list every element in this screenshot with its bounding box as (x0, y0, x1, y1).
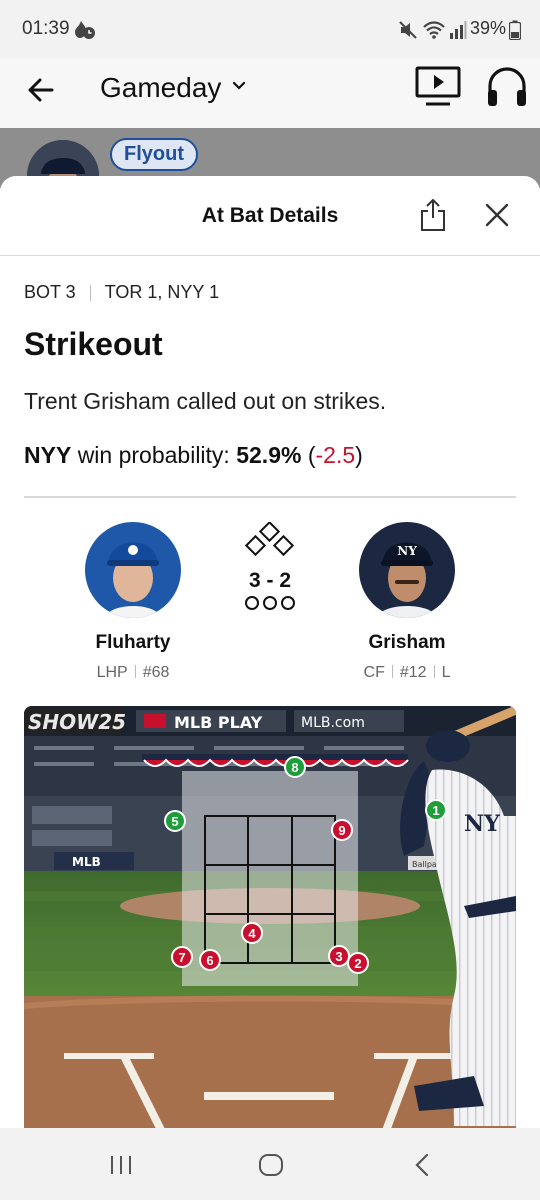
ad-left-text: SHOW25 (28, 710, 126, 734)
pitch-number: 5 (171, 814, 178, 829)
pitch-number: 8 (291, 760, 298, 775)
status-time: 01:39 (22, 18, 70, 39)
pitch-marker[interactable]: 9 (331, 819, 353, 841)
sheet-title: At Bat Details (201, 204, 339, 227)
share-icon[interactable] (420, 198, 446, 232)
pitch-marker[interactable]: 5 (164, 810, 186, 832)
score-label: TOR 1, NYY 1 (104, 282, 220, 302)
recent-apps-icon[interactable] (106, 1150, 136, 1180)
pitcher-headshot (85, 522, 181, 618)
count-indicator: 3 - 2 (232, 520, 308, 618)
divider (24, 496, 516, 498)
game-situation: BOT 3 TOR 1, NYY 1 (24, 282, 219, 303)
video-player-icon[interactable] (414, 64, 462, 110)
battery-percent: 39% (469, 18, 506, 38)
home-icon[interactable] (256, 1150, 286, 1180)
separator (89, 284, 91, 301)
pitch-marker[interactable]: 1 (425, 799, 447, 821)
ad-board-mid: MLB PLAY (136, 710, 286, 732)
app-title[interactable]: Gameday (100, 72, 221, 104)
svg-text:NY: NY (464, 811, 500, 837)
outs-indicator (245, 596, 295, 610)
batter-headshot: NY (359, 522, 455, 618)
batter-card[interactable]: NY Grisham CF #12 L (327, 522, 487, 682)
headphones-icon[interactable] (484, 64, 530, 110)
separator (433, 665, 435, 678)
pitch-number: 1 (432, 803, 439, 818)
batter-position: CF (363, 664, 385, 681)
batter-bats: L (441, 664, 451, 681)
wp-team: NYY (24, 442, 72, 468)
svg-text:NY: NY (397, 544, 417, 558)
pitch-number: 9 (338, 823, 345, 838)
wp-value: 52.9% (236, 442, 302, 468)
pitcher-meta: LHP #68 (53, 664, 213, 682)
pitch-marker[interactable]: 3 (328, 945, 350, 967)
chevron-down-icon[interactable] (231, 78, 247, 94)
svg-text:MLB: MLB (72, 855, 101, 869)
pitcher-card[interactable]: Fluharty LHP #68 (53, 522, 213, 682)
pitcher-position: LHP (96, 664, 128, 681)
ad-right-text: MLB.com (301, 715, 365, 731)
pitch-number: 3 (335, 949, 342, 964)
ad-mid-text: MLB PLAY (174, 713, 263, 732)
pitch-number: 6 (206, 953, 213, 968)
separator (391, 665, 393, 678)
status-bar: 01:39 39% (0, 0, 540, 58)
strike-zone-view: SHOW25 MLB PLAY MLB.com MLB Ballpark NY … (24, 706, 516, 1136)
strike-zone-panel: SHOW25 MLB PLAY MLB.com MLB Ballpark NY … (24, 706, 516, 1136)
pitch-marker[interactable]: 2 (347, 952, 369, 974)
sheet-header: At Bat Details (0, 176, 540, 256)
pitch-number: 7 (178, 950, 185, 965)
flame-alarm-icon (75, 21, 95, 39)
wp-label: win probability: (77, 442, 230, 468)
at-bat-details-sheet: At Bat Details BOT 3 TOR 1, NYY 1 Strike… (0, 176, 540, 1136)
system-nav-bar (0, 1128, 540, 1200)
signal-icon (450, 21, 467, 39)
wp-paren-close: ) (355, 442, 363, 468)
inning-label: BOT 3 (24, 282, 76, 302)
pitch-number: 4 (248, 926, 256, 941)
balls-strikes: 3 - 2 (248, 569, 292, 592)
pitcher-number: #68 (142, 664, 170, 681)
app-bar: Gameday (0, 58, 540, 128)
wp-paren-open: ( (301, 442, 316, 468)
mute-icon (399, 21, 417, 39)
pitch-marker[interactable]: 7 (171, 946, 193, 968)
ad-board-left: SHOW25 (24, 708, 126, 734)
pitch-number: 2 (354, 956, 361, 971)
batter-number: #12 (399, 664, 427, 681)
batter-meta: CF #12 L (327, 664, 487, 682)
batter-name: Grisham (368, 632, 446, 653)
play-description: Trent Grisham called out on strikes. (24, 388, 387, 414)
pitch-marker[interactable]: 6 (199, 949, 221, 971)
wp-delta: -2.5 (315, 442, 356, 468)
play-result-pill[interactable]: Flyout (110, 138, 198, 171)
back-arrow-icon[interactable] (22, 70, 62, 110)
battery-icon (509, 20, 521, 40)
pitch-marker[interactable]: 8 (284, 756, 306, 778)
ad-board-right: MLB.com (294, 710, 404, 732)
close-icon[interactable] (484, 202, 510, 228)
at-bat-result: Strikeout (24, 326, 163, 362)
pitcher-name: Fluharty (95, 632, 171, 653)
bases-diamond-icon (244, 520, 295, 557)
pitch-marker[interactable]: 4 (241, 922, 263, 944)
separator (134, 665, 136, 678)
system-back-icon[interactable] (408, 1150, 438, 1180)
win-probability: NYY win probability: 52.9% (-2.5) (24, 442, 363, 469)
wifi-icon (423, 21, 445, 39)
